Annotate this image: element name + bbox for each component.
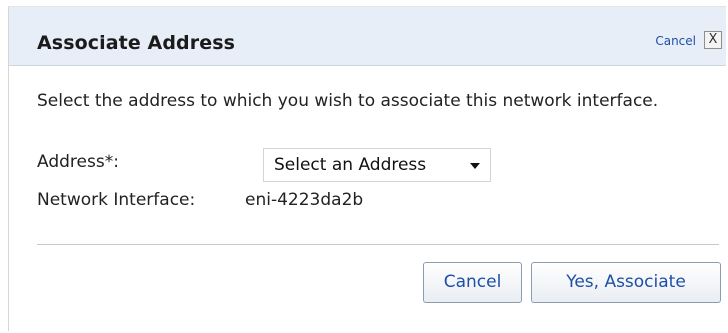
address-select-value: Select an Address [274, 155, 427, 175]
address-select[interactable]: Select an Address [263, 148, 491, 182]
divider [37, 244, 719, 245]
network-interface-label: Network Interface: [37, 190, 196, 210]
cancel-button[interactable]: Cancel [423, 262, 522, 303]
dialog-header: Associate Address Cancel X [9, 7, 726, 66]
header-cancel-link[interactable]: Cancel [655, 34, 696, 48]
close-icon[interactable]: X [704, 31, 722, 49]
address-label: Address*: [37, 152, 119, 172]
associate-address-dialog: Associate Address Cancel X Select the ad… [8, 6, 726, 331]
network-interface-value: eni-4223da2b [245, 190, 364, 210]
dialog-title: Associate Address [37, 32, 236, 54]
chevron-down-icon [470, 163, 480, 169]
yes-associate-button[interactable]: Yes, Associate [531, 262, 721, 303]
dialog-description: Select the address to which you wish to … [37, 91, 659, 111]
